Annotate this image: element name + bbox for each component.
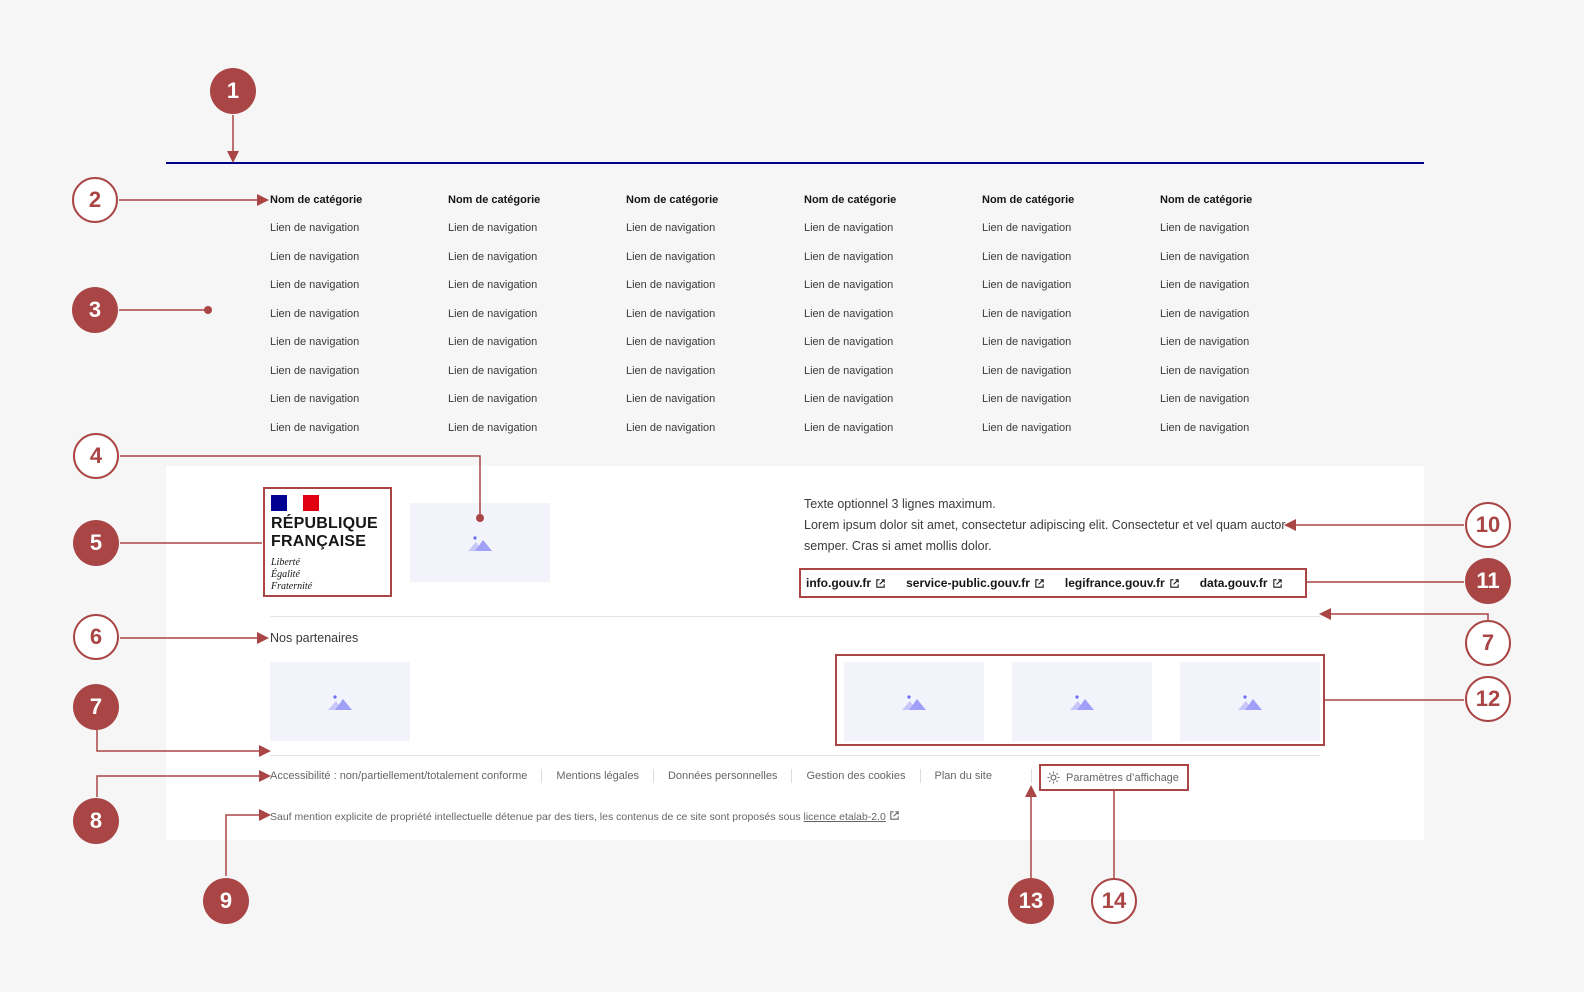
annotation-badge: 6: [73, 614, 119, 660]
annotation-badge: 1: [210, 68, 256, 114]
annotation-badge: 4: [73, 433, 119, 479]
annotation-badge: 7: [1465, 620, 1511, 666]
annotation-badge: 7: [73, 684, 119, 730]
annotation-leaders: [0, 0, 1584, 992]
annotation-badge: 9: [203, 878, 249, 924]
annotation-badge: 2: [72, 177, 118, 223]
annotation-badge: 8: [73, 798, 119, 844]
annotation-badge: 14: [1091, 878, 1137, 924]
annotation-badge: 3: [72, 287, 118, 333]
annotation-badge: 5: [73, 520, 119, 566]
annotation-badge: 11: [1465, 558, 1511, 604]
annotation-badge: 10: [1465, 502, 1511, 548]
annotation-badge: 12: [1465, 676, 1511, 722]
annotation-badge: 13: [1008, 878, 1054, 924]
